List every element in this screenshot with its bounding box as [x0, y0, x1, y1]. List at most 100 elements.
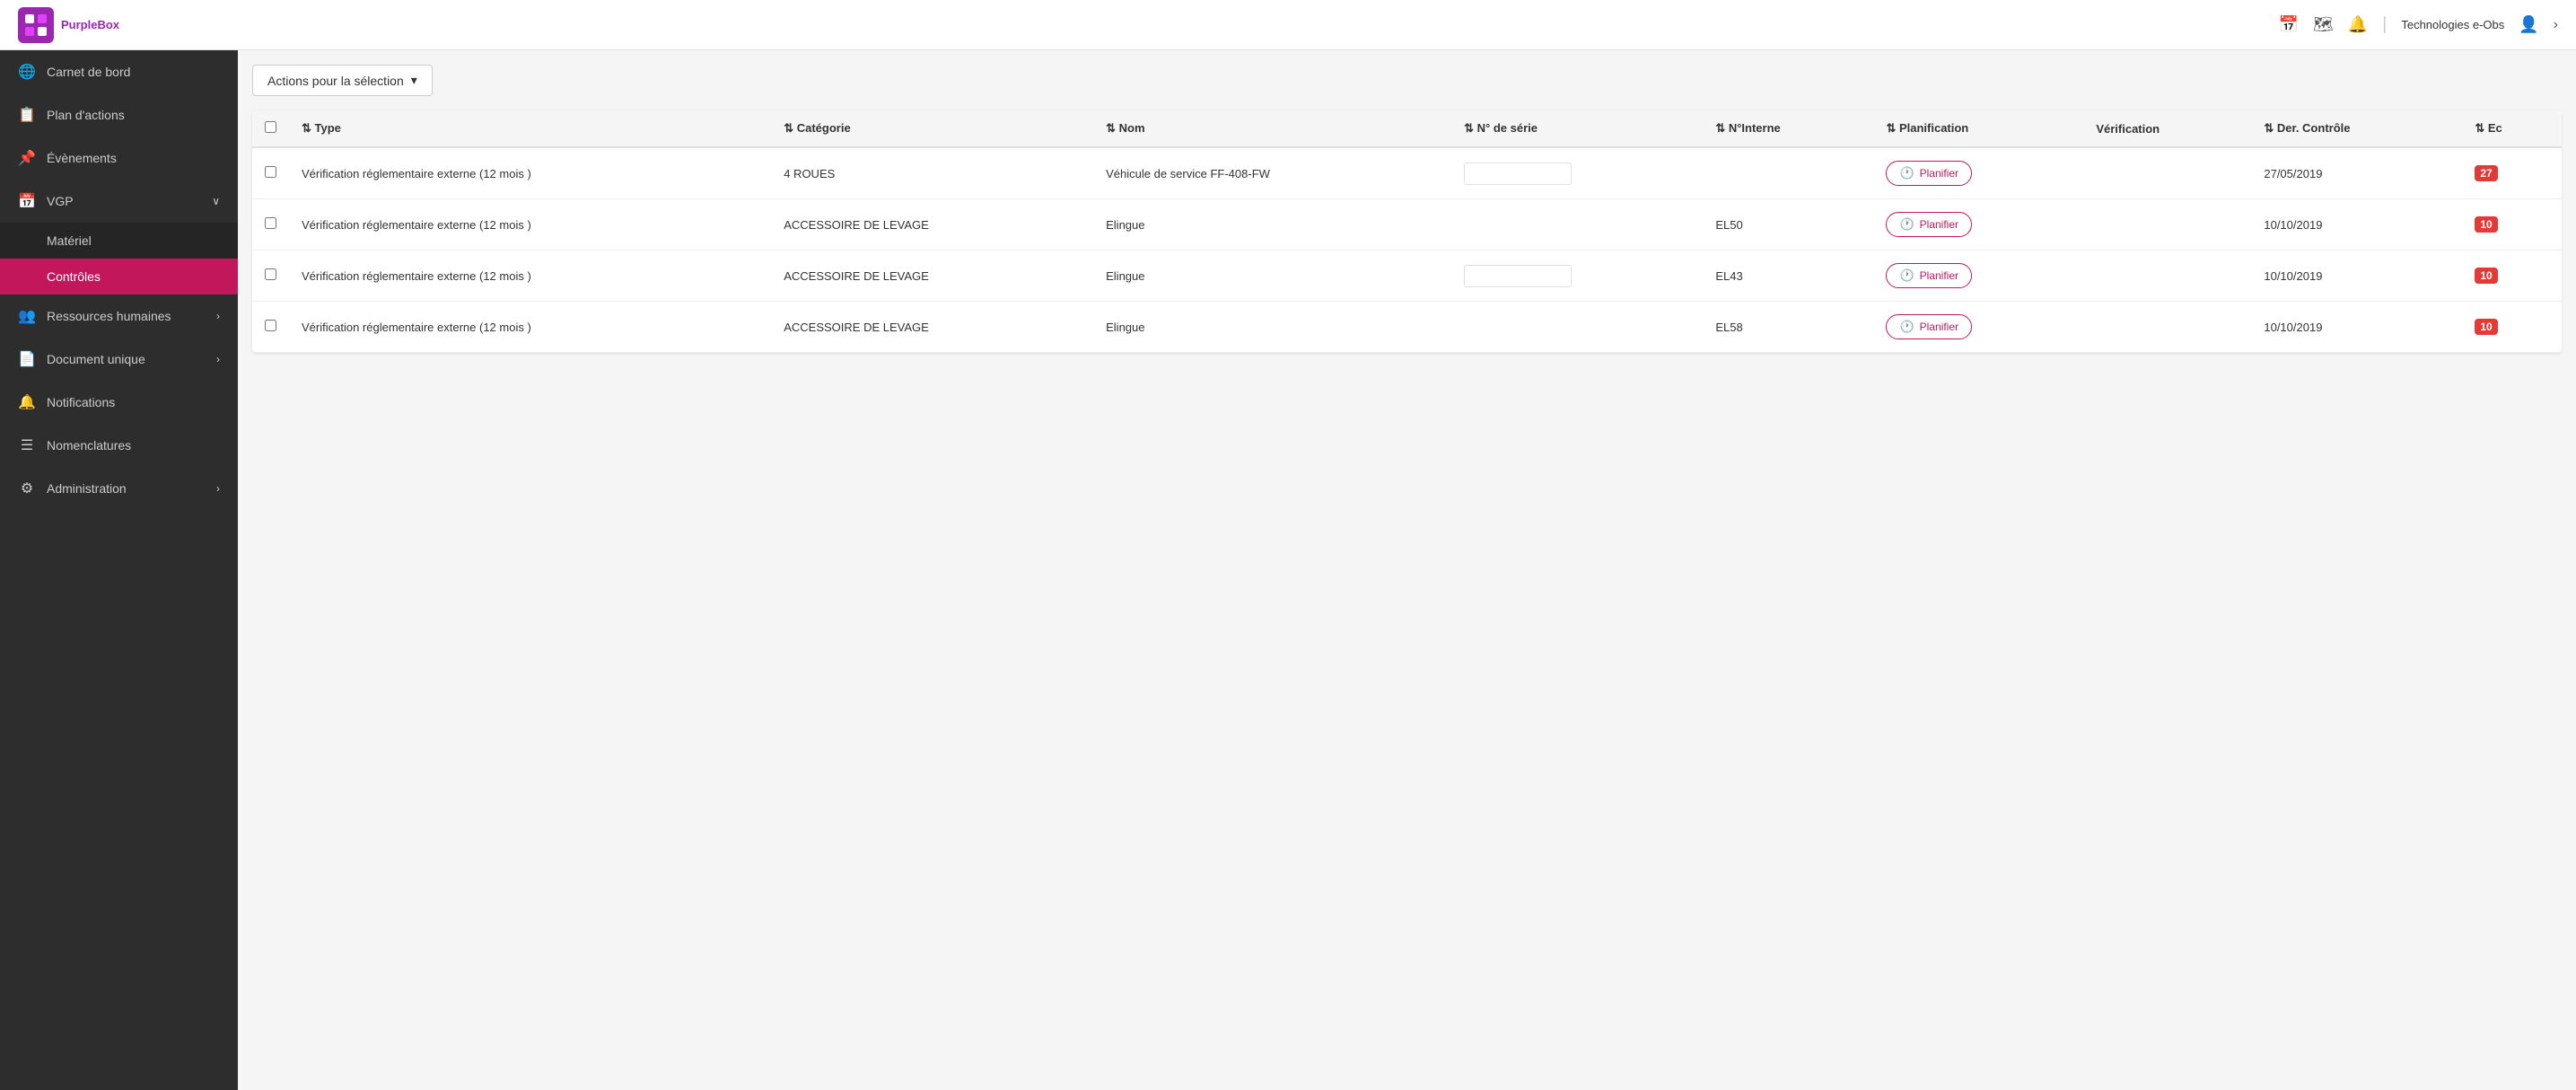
col-type[interactable]: ⇅ Type	[289, 110, 771, 147]
row-nserie[interactable]	[1451, 251, 1703, 302]
row-checkbox-cell	[252, 199, 289, 251]
row-ec: 27	[2462, 147, 2562, 199]
planifier-button[interactable]: 🕐 Planifier	[1886, 314, 1972, 339]
table-row: Vérification réglementaire externe (12 m…	[252, 199, 2562, 251]
row-ninterne: EL58	[1703, 302, 1873, 353]
table-header: ⇅ Type ⇅ Catégorie ⇅ Nom ⇅ N° de série ⇅	[252, 110, 2562, 147]
row-categorie: ACCESSOIRE DE LEVAGE	[771, 302, 1093, 353]
col-nserie[interactable]: ⇅ N° de série	[1451, 110, 1703, 147]
row-dercontrole: 10/10/2019	[2251, 199, 2462, 251]
globe-icon: 🌐	[18, 63, 36, 81]
row-type: Vérification réglementaire externe (12 m…	[289, 251, 771, 302]
vgp-icon: 📅	[18, 192, 36, 210]
sidebar-item-nomenclatures[interactable]: ☰ Nomenclatures	[0, 424, 238, 467]
plan-icon: 📋	[18, 106, 36, 124]
sidebar-label-materiel: Matériel	[47, 233, 220, 248]
col-planification-label: ⇅ Planification	[1886, 121, 1968, 135]
sidebar-item-ressources[interactable]: 👥 Ressources humaines ›	[0, 294, 238, 338]
row-planification: 🕐 Planifier	[1873, 199, 2083, 251]
row-nserie[interactable]	[1451, 147, 1703, 199]
map-icon[interactable]: 🗺	[2313, 15, 2334, 34]
col-type-label: ⇅ Type	[302, 121, 341, 135]
nserie-input[interactable]	[1464, 163, 1572, 185]
row-planification: 🕐 Planifier	[1873, 147, 2083, 199]
planifier-button[interactable]: 🕐 Planifier	[1886, 161, 1972, 186]
sidebar-item-evenements[interactable]: 📌 Évènements	[0, 136, 238, 180]
main-layout: 🌐 Carnet de bord 📋 Plan d'actions 📌 Évèn…	[0, 50, 2576, 1090]
row-nom: Véhicule de service FF-408-FW	[1093, 147, 1451, 199]
row-ninterne: EL43	[1703, 251, 1873, 302]
content-area: Actions pour la sélection ▾ ⇅ Type	[238, 50, 2576, 1090]
clock-icon: 🕐	[1899, 320, 1914, 334]
row-type: Vérification réglementaire externe (12 m…	[289, 147, 771, 199]
nserie-input[interactable]	[1464, 265, 1572, 287]
calendar-icon[interactable]: 📅	[2278, 15, 2298, 34]
sidebar-item-notifications[interactable]: 🔔 Notifications	[0, 381, 238, 424]
select-all-checkbox[interactable]	[265, 121, 276, 133]
col-nserie-label: ⇅ N° de série	[1464, 121, 1538, 135]
table-row: Vérification réglementaire externe (12 m…	[252, 302, 2562, 353]
sidebar-item-document[interactable]: 📄 Document unique ›	[0, 338, 238, 381]
sidebar-item-plan[interactable]: 📋 Plan d'actions	[0, 93, 238, 136]
col-ec: ⇅ Ec	[2462, 110, 2562, 147]
user-icon[interactable]: 👤	[2519, 15, 2538, 34]
col-ninterne-label: ⇅ N°Interne	[1715, 121, 1780, 135]
row-verification	[2083, 147, 2251, 199]
sidebar-label-document: Document unique	[47, 352, 206, 366]
sidebar-label-administration: Administration	[47, 481, 206, 496]
planifier-button[interactable]: 🕐 Planifier	[1886, 263, 1972, 288]
col-planification[interactable]: ⇅ Planification	[1873, 110, 2083, 147]
row-checkbox[interactable]	[265, 166, 276, 178]
row-ec: 10	[2462, 302, 2562, 353]
row-checkbox[interactable]	[265, 217, 276, 229]
col-categorie[interactable]: ⇅ Catégorie	[771, 110, 1093, 147]
controles-table: ⇅ Type ⇅ Catégorie ⇅ Nom ⇅ N° de série ⇅	[252, 110, 2562, 353]
row-categorie: ACCESSOIRE DE LEVAGE	[771, 251, 1093, 302]
row-checkbox[interactable]	[265, 320, 276, 331]
col-dercontrole[interactable]: ⇅ Der. Contrôle	[2251, 110, 2462, 147]
row-checkbox[interactable]	[265, 268, 276, 280]
table-row: Vérification réglementaire externe (12 m…	[252, 251, 2562, 302]
row-ec: 10	[2462, 199, 2562, 251]
table-body: Vérification réglementaire externe (12 m…	[252, 147, 2562, 353]
ec-badge: 27	[2475, 165, 2497, 181]
sidebar-item-controles[interactable]: Contrôles	[0, 259, 238, 294]
actions-selection-button[interactable]: Actions pour la sélection ▾	[252, 65, 433, 96]
chevron-right-icon[interactable]: ›	[2554, 17, 2558, 33]
sidebar-item-carnet[interactable]: 🌐 Carnet de bord	[0, 50, 238, 93]
sidebar-item-materiel[interactable]: Matériel	[0, 223, 238, 259]
document-icon: 📄	[18, 350, 36, 368]
ec-badge: 10	[2475, 268, 2497, 284]
dropdown-icon: ▾	[411, 73, 417, 88]
ec-badge: 10	[2475, 216, 2497, 233]
logo-icon	[18, 7, 54, 43]
col-nom[interactable]: ⇅ Nom	[1093, 110, 1451, 147]
sidebar-item-vgp[interactable]: 📅 VGP ∨	[0, 180, 238, 223]
row-type: Vérification réglementaire externe (12 m…	[289, 302, 771, 353]
sidebar-item-administration[interactable]: ⚙ Administration ›	[0, 467, 238, 510]
row-checkbox-cell	[252, 302, 289, 353]
clock-icon: 🕐	[1899, 268, 1914, 283]
clock-icon: 🕐	[1899, 166, 1914, 180]
row-verification	[2083, 302, 2251, 353]
sidebar-label-controles: Contrôles	[47, 269, 220, 284]
logo-area: PurpleBox	[18, 7, 119, 43]
evenements-icon: 📌	[18, 149, 36, 167]
row-ninterne	[1703, 147, 1873, 199]
row-ninterne: EL50	[1703, 199, 1873, 251]
row-dercontrole: 10/10/2019	[2251, 302, 2462, 353]
logo-text: PurpleBox	[61, 18, 119, 31]
row-dercontrole: 27/05/2019	[2251, 147, 2462, 199]
planifier-button[interactable]: 🕐 Planifier	[1886, 212, 1972, 237]
header-divider: |	[2382, 14, 2387, 35]
row-verification	[2083, 251, 2251, 302]
sidebar-label-vgp: VGP	[47, 194, 201, 208]
bell-icon[interactable]: 🔔	[2348, 15, 2368, 34]
actions-bar: Actions pour la sélection ▾	[252, 65, 2562, 96]
col-ninterne[interactable]: ⇅ N°Interne	[1703, 110, 1873, 147]
row-dercontrole: 10/10/2019	[2251, 251, 2462, 302]
sidebar-label-ressources: Ressources humaines	[47, 309, 206, 323]
clock-icon: 🕐	[1899, 217, 1914, 232]
row-planification: 🕐 Planifier	[1873, 302, 2083, 353]
row-nom: Elingue	[1093, 251, 1451, 302]
